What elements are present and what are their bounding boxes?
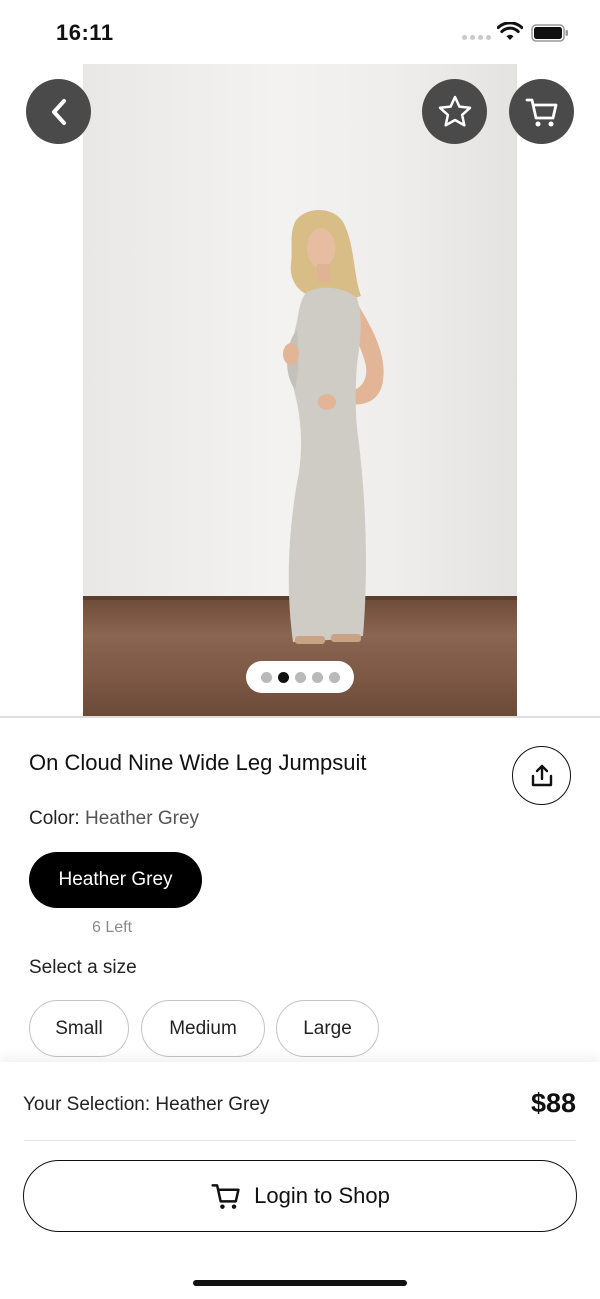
divider [24,1140,576,1141]
size-option-medium[interactable]: Medium [141,1000,265,1057]
product-photo[interactable] [83,64,517,716]
cart-icon [525,98,557,126]
status-time: 16:11 [56,20,114,45]
favorite-button[interactable] [422,79,487,144]
divider [0,716,600,718]
pager-dot[interactable] [311,671,323,683]
home-indicator [193,1280,407,1286]
color-value: Heather Grey [84,808,200,829]
pager-dot[interactable] [277,671,289,683]
stock-count: 6 Left [92,919,133,936]
status-bar: 16:11 [0,0,600,64]
product-title: On Cloud Nine Wide Leg Jumpsuit [29,750,367,775]
login-to-shop-label: Login to Shop [254,1183,390,1208]
login-to-shop-button[interactable]: Login to Shop [23,1160,577,1232]
color-line: Color: Heather Grey [29,808,199,830]
chevron-left-icon [51,98,66,125]
pager-dot[interactable] [328,671,340,683]
back-button[interactable] [26,79,91,144]
price: $88 [530,1088,576,1118]
signal-dots-icon [462,35,491,40]
size-option-small[interactable]: Small [29,1000,129,1057]
cart-icon [211,1184,240,1209]
color-label: Color: [29,808,80,829]
share-icon [531,764,552,786]
selection-summary: Your Selection: Heather Grey [23,1094,270,1115]
color-option-heather-grey[interactable]: Heather Grey [29,852,202,908]
wifi-icon [497,22,523,40]
size-option-large[interactable]: Large [276,1000,379,1057]
size-label: Select a size [29,957,137,978]
share-button[interactable] [512,746,571,805]
pager-dot[interactable] [260,671,272,683]
cart-button[interactable] [509,79,574,144]
image-pager[interactable] [246,661,354,693]
battery-icon [531,24,568,42]
pager-dot[interactable] [294,671,306,683]
model-figure-illustration [283,210,384,644]
star-icon [438,95,471,127]
